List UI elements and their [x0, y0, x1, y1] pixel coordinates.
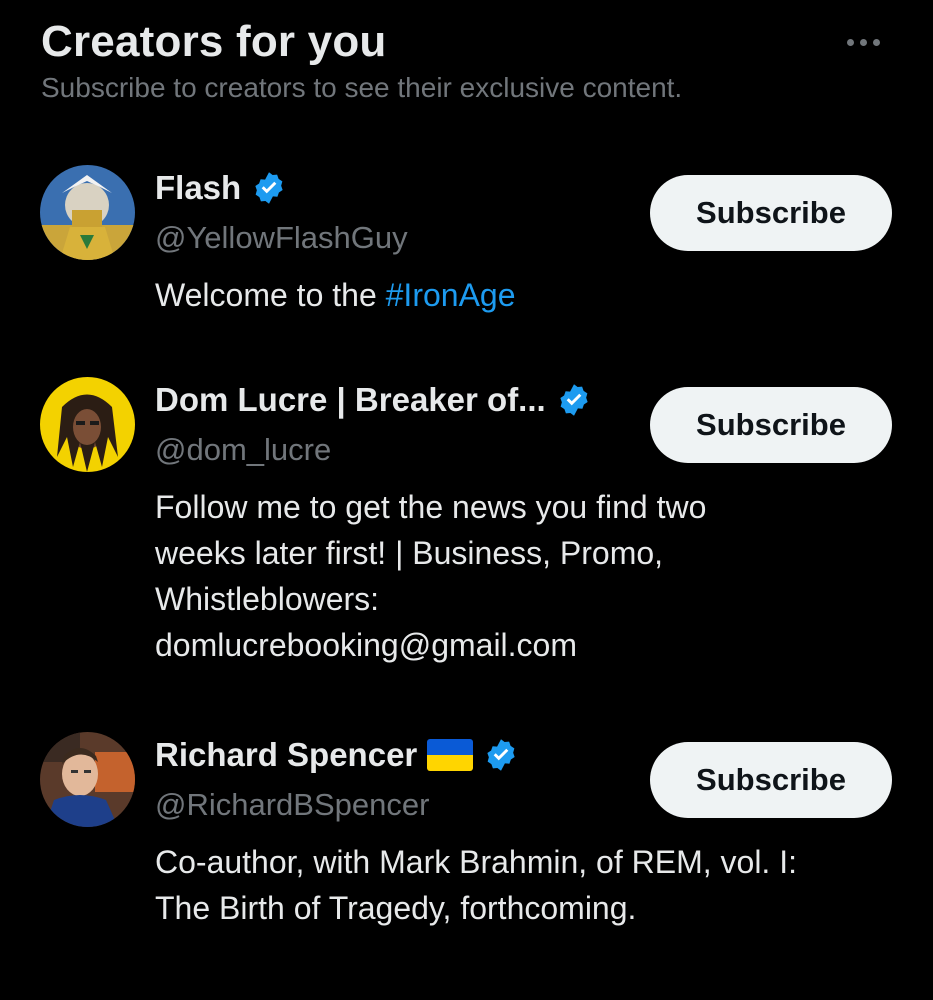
display-name[interactable]: Richard Spencer — [155, 735, 417, 775]
bio-line: Whistleblowers: — [155, 581, 380, 617]
creator-card-dom-lucre[interactable]: Dom Lucre | Breaker of... @dom_lucre Fol… — [0, 372, 933, 672]
user-bio: Co-author, with Mark Brahmin, of REM, vo… — [155, 839, 895, 931]
bio-line: The Birth of Tragedy, forthcoming. — [155, 890, 637, 926]
user-bio: Follow me to get the news you find two w… — [155, 484, 895, 668]
more-options-icon[interactable] — [847, 34, 887, 50]
name-row: Dom Lucre | Breaker of... — [155, 380, 592, 420]
bio-line: weeks later first! | Business, Promo, — [155, 535, 664, 571]
name-row: Flash — [155, 168, 287, 208]
display-name[interactable]: Flash — [155, 168, 241, 208]
avatar[interactable] — [40, 377, 135, 472]
bio-line: Co-author, with Mark Brahmin, of REM, vo… — [155, 844, 797, 880]
creator-card-richard-spencer[interactable]: Richard Spencer @RichardBSpencer Co-auth… — [0, 727, 933, 947]
section-title: Creators for you — [41, 17, 387, 66]
verified-badge-icon — [487, 739, 515, 771]
hashtag-link[interactable]: #IronAge — [386, 277, 516, 313]
user-handle[interactable]: @RichardBSpencer — [155, 785, 429, 825]
bio-line: Follow me to get the news you find two — [155, 489, 707, 525]
avatar[interactable] — [40, 732, 135, 827]
user-handle[interactable]: @dom_lucre — [155, 430, 331, 470]
bio-line: domlucrebooking@gmail.com — [155, 627, 577, 663]
avatar[interactable] — [40, 165, 135, 260]
name-row: Richard Spencer — [155, 735, 519, 775]
verified-badge-icon — [560, 384, 588, 416]
subscribe-button[interactable]: Subscribe — [650, 175, 892, 251]
display-name[interactable]: Dom Lucre | Breaker of... — [155, 380, 546, 420]
creator-card-flash[interactable]: Flash @YellowFlashGuy Welcome to the #Ir… — [0, 160, 933, 330]
section-header: Creators for you Subscribe to creators t… — [41, 14, 891, 106]
subscribe-button[interactable]: Subscribe — [650, 742, 892, 818]
subscribe-button[interactable]: Subscribe — [650, 387, 892, 463]
user-handle[interactable]: @YellowFlashGuy — [155, 218, 408, 258]
user-bio: Welcome to the #IronAge — [155, 272, 895, 318]
creators-for-you-panel: Creators for you Subscribe to creators t… — [0, 0, 933, 1000]
ukraine-flag-icon — [427, 739, 474, 771]
verified-badge-icon — [255, 172, 283, 204]
section-subtitle: Subscribe to creators to see their exclu… — [41, 72, 683, 103]
bio-text: Welcome to the — [155, 277, 386, 313]
